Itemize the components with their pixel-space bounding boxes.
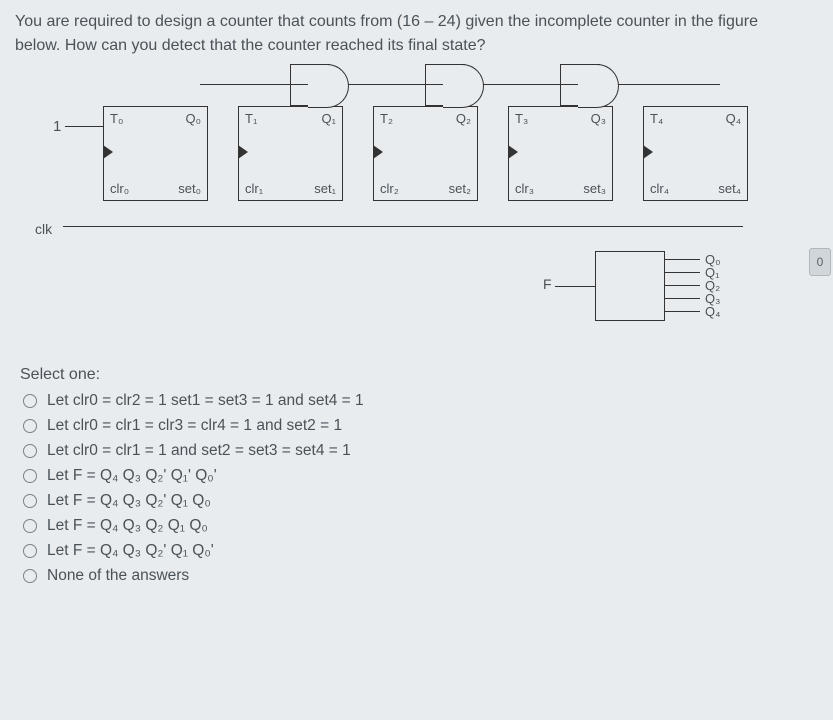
ff0-clk-icon (103, 145, 113, 159)
ff2-clr: clr₂ (380, 181, 399, 196)
option-b[interactable]: Let clr0 = clr1 = clr3 = clr4 = 1 and se… (23, 417, 818, 435)
radio-icon (23, 494, 37, 508)
ff0-t: T₀ (110, 111, 123, 126)
radio-icon (23, 544, 37, 558)
f-label: F (543, 276, 552, 292)
wire-f1 (665, 272, 700, 273)
ff4-clk-icon (643, 145, 653, 159)
ff3-set: set₃ (583, 181, 606, 196)
f-block (595, 251, 665, 321)
option-h-text: None of the answers (47, 567, 189, 585)
select-one-label: Select one: (20, 366, 818, 384)
radio-icon (23, 419, 37, 433)
counter-figure: 1 clk T₀ Q₀ clr₀ set₀ T₁ Q₁ clr₁ set₁ T₂… (35, 76, 815, 336)
clk-label: clk (35, 221, 52, 237)
wire (65, 126, 103, 127)
option-h[interactable]: None of the answers (23, 567, 818, 585)
option-c[interactable]: Let clr0 = clr1 = 1 and set2 = set3 = se… (23, 442, 818, 460)
option-d[interactable]: Let F = Q₄ Q₃ Q₂' Q₁' Q₀' (23, 467, 818, 485)
option-e[interactable]: Let F = Q₄ Q₃ Q₂' Q₁ Q₀ (23, 492, 818, 510)
flipflop-3: T₃ Q₃ clr₃ set₃ (508, 106, 613, 201)
radio-icon (23, 394, 37, 408)
ff1-clr: clr₁ (245, 181, 263, 196)
ff4-t: T₄ (650, 111, 663, 126)
option-e-text: Let F = Q₄ Q₃ Q₂' Q₁ Q₀ (47, 492, 211, 510)
option-g[interactable]: Let F = Q₄ Q₃ Q₂' Q₁ Q₀' (23, 542, 818, 560)
wire-f3 (665, 298, 700, 299)
wire-f4 (665, 311, 700, 312)
flipflop-1: T₁ Q₁ clr₁ set₁ (238, 106, 343, 201)
options-list: Let clr0 = clr2 = 1 set1 = set3 = 1 and … (23, 392, 818, 585)
and-gate-1 (290, 64, 330, 106)
ff0-q: Q₀ (185, 111, 201, 126)
wire-f2 (665, 285, 700, 286)
ff1-t: T₁ (245, 111, 257, 126)
ff2-set: set₂ (449, 181, 471, 196)
radio-icon (23, 569, 37, 583)
ff1-q: Q₁ (322, 111, 337, 126)
flipflop-0: T₀ Q₀ clr₀ set₀ (103, 106, 208, 201)
radio-icon (23, 519, 37, 533)
option-f-text: Let F = Q₄ Q₃ Q₂ Q₁ Q₀ (47, 517, 208, 535)
option-d-text: Let F = Q₄ Q₃ Q₂' Q₁' Q₀' (47, 467, 217, 485)
wire-clk (63, 226, 743, 227)
option-g-text: Let F = Q₄ Q₃ Q₂' Q₁ Q₀' (47, 542, 214, 560)
ff2-t: T₂ (380, 111, 393, 126)
and-gate-2 (425, 64, 465, 106)
option-a-text: Let clr0 = clr2 = 1 set1 = set3 = 1 and … (47, 392, 364, 410)
ff4-q: Q₄ (726, 111, 741, 126)
ff2-clk-icon (373, 145, 383, 159)
ff1-clk-icon (238, 145, 248, 159)
option-a[interactable]: Let clr0 = clr2 = 1 set1 = set3 = 1 and … (23, 392, 818, 410)
f-out-4: Q₄ (705, 304, 720, 319)
ff4-set: set₄ (718, 181, 741, 196)
ff3-clr: clr₃ (515, 181, 534, 196)
radio-icon (23, 444, 37, 458)
ff3-t: T₃ (515, 111, 528, 126)
flipflop-4: T₄ Q₄ clr₄ set₄ (643, 106, 748, 201)
ff0-set: set₀ (178, 181, 201, 196)
ff1-set: set₁ (314, 181, 336, 196)
and-gate-3 (560, 64, 600, 106)
option-f[interactable]: Let F = Q₄ Q₃ Q₂ Q₁ Q₀ (23, 517, 818, 535)
ff2-q: Q₂ (456, 111, 471, 126)
question-line2: below. How can you detect that the count… (15, 37, 486, 54)
question-text: You are required to design a counter tha… (15, 10, 818, 58)
flipflop-2: T₂ Q₂ clr₂ set₂ (373, 106, 478, 201)
question-line1: You are required to design a counter tha… (15, 13, 758, 30)
ff4-clr: clr₄ (650, 181, 669, 196)
radio-icon (23, 469, 37, 483)
option-c-text: Let clr0 = clr1 = 1 and set2 = set3 = se… (47, 442, 351, 460)
wire-f (555, 286, 595, 287)
ff0-clr: clr₀ (110, 181, 129, 196)
wire-f0 (665, 259, 700, 260)
ff3-clk-icon (508, 145, 518, 159)
input-1-label: 1 (53, 118, 61, 135)
corner-badge[interactable]: 0 (809, 248, 831, 276)
ff3-q: Q₃ (591, 111, 606, 126)
option-b-text: Let clr0 = clr1 = clr3 = clr4 = 1 and se… (47, 417, 342, 435)
